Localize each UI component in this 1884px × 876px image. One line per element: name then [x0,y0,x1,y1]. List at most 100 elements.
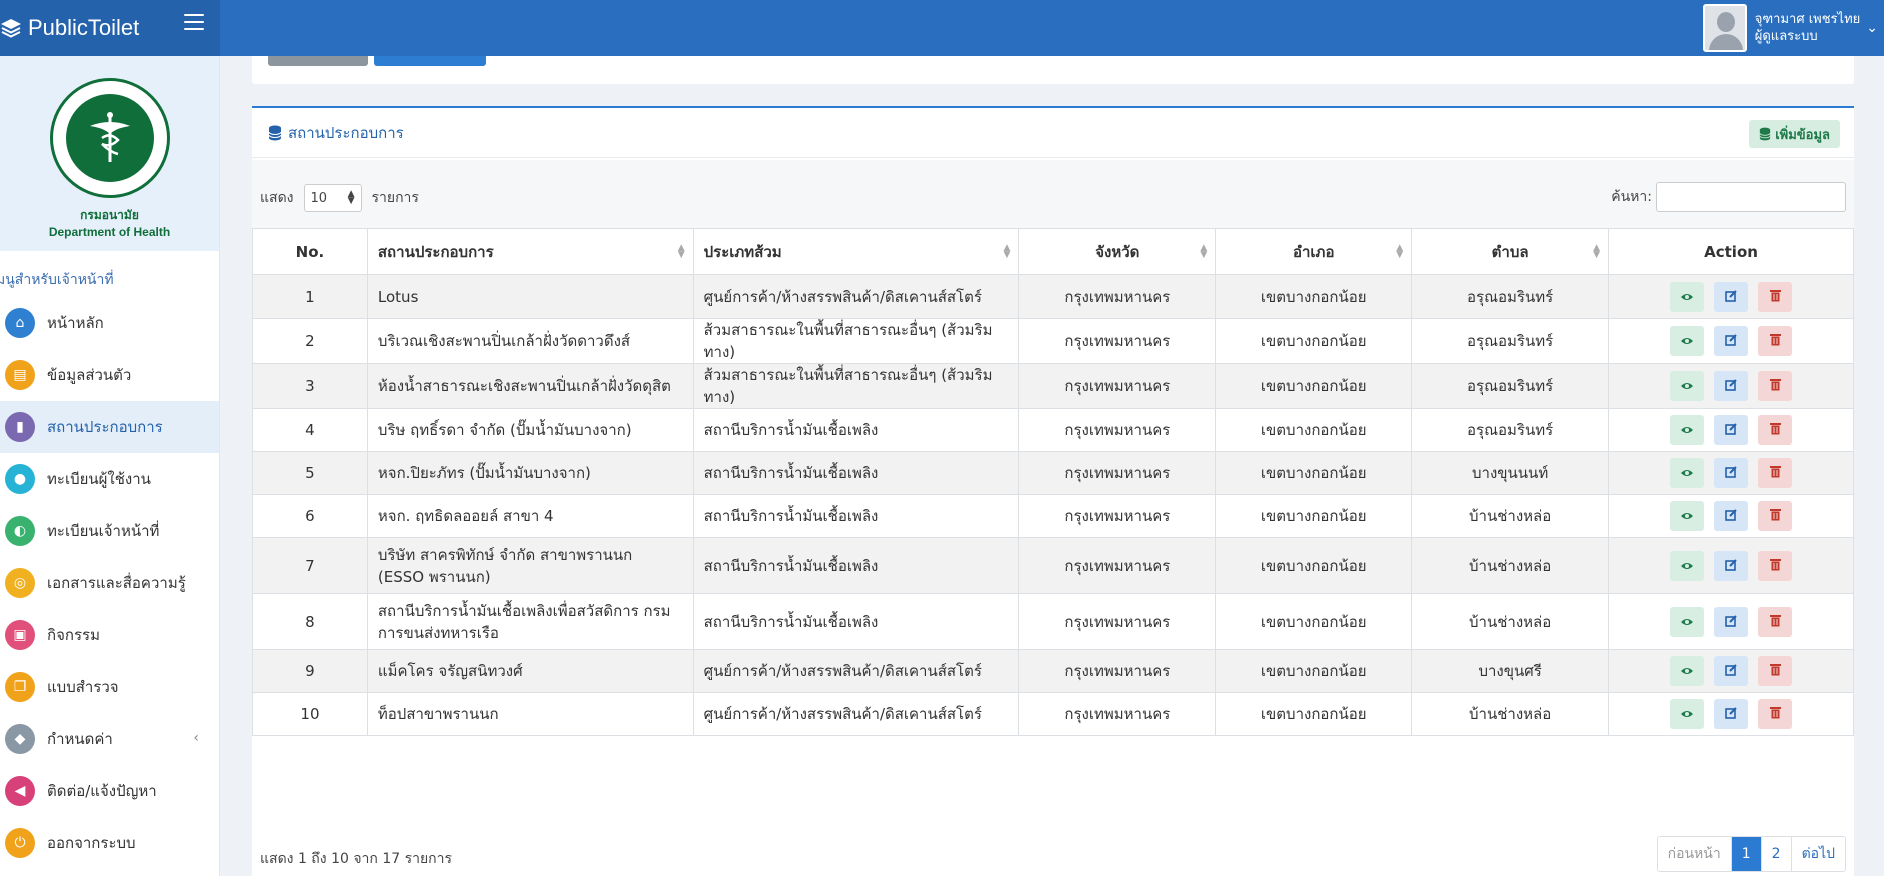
view-button[interactable] [1670,550,1705,581]
edit-button[interactable] [1714,550,1749,581]
sidebar-item-6[interactable]: ▣ กิจกรรม [0,609,219,661]
edit-button[interactable] [1714,415,1749,445]
col-header-subdistrict[interactable]: ตำบล ▲ ▼ [1411,228,1610,275]
search-input[interactable] [1656,182,1846,212]
cell-name: Lotus [366,274,694,319]
chevron-down-icon: ⌄ [1866,20,1878,36]
delete-button[interactable] [1758,699,1793,729]
sidebar-item-0[interactable]: ⌂ หน้าหลัก [0,297,219,349]
add-data-label: เพิ่มข้อมูล [1775,127,1830,143]
database-icon [268,125,282,140]
sidebar-item-7[interactable]: ❐ แบบสำรวจ [0,661,219,713]
cell-province: กรุงเทพมหานคร [1018,318,1217,364]
sidebar-item-1[interactable]: ▤ ข้อมูลส่วนตัว [0,349,219,401]
col-header-name[interactable]: สถานประกอบการ ▲ ▼ [366,228,694,275]
sidebar-item-2[interactable]: ▮ สถานประกอบการ [0,401,219,453]
cell-no: 10 [252,692,368,736]
add-data-button[interactable]: เพิ่มข้อมูล [1749,120,1840,148]
cell-type: สถานีบริการน้ำมันเชื้อเพลิง [692,593,1020,650]
view-button[interactable] [1670,281,1705,312]
edit-icon [1724,286,1738,308]
delete-button[interactable] [1758,501,1793,531]
delete-button[interactable] [1758,281,1793,312]
delete-button[interactable] [1758,550,1793,581]
dept-name-english: Department of Health [48,225,171,239]
edit-button[interactable] [1714,458,1749,488]
database-icon [1759,127,1771,141]
col-header-province[interactable]: จังหวัด ▲ ▼ [1018,228,1217,275]
trash-icon [1769,703,1781,725]
delete-button[interactable] [1758,656,1793,686]
sidebar-item-label: กำหนดค่า [47,730,113,748]
cell-action [1608,692,1854,736]
view-button[interactable] [1670,606,1705,637]
trash-icon [1769,462,1781,484]
sort-icon: ▲ ▼ [1593,243,1601,260]
sidebar-item-5[interactable]: ◎ เอกสารและสื่อความรู้ [0,557,219,609]
col-header-type[interactable]: ประเภทส้วม ▲ ▼ [692,228,1020,275]
cell-name: บริเวณเชิงสะพานปิ่นเกล้าฝั่งวัดดาวดึงส์ [366,318,694,364]
cell-action [1608,363,1854,409]
cell-subdistrict: บ้านช่างหล่อ [1411,494,1610,538]
view-button[interactable] [1670,458,1705,488]
top-navbar: PublicToilet จุฑามาศ เพชรไทย ผู้ดูแลระบบ… [0,0,1884,56]
col-header-action: Action [1608,228,1854,275]
col-header-no[interactable]: No. [252,228,368,275]
power-icon: ⏻ [5,828,35,858]
page-length-value: 10 [310,190,328,206]
edit-button[interactable] [1714,501,1749,531]
sidebar-item-label: ติดต่อ/แจ้งปัญหา [47,782,157,800]
cell-district: เขตบางกอกน้อย [1215,363,1413,409]
sidebar-item-3[interactable]: ● ทะเบียนผู้ใช้งาน [0,453,219,505]
cell-district: เขตบางกอกน้อย [1215,274,1413,319]
view-button[interactable] [1670,326,1705,356]
eye-icon [1680,611,1694,633]
view-button[interactable] [1670,371,1705,401]
prev-page-button[interactable]: ก่อนหน้า [1657,837,1732,871]
edit-button[interactable] [1714,326,1749,356]
cell-no: 7 [252,537,368,594]
cell-action [1608,494,1854,538]
cell-no: 6 [252,494,368,538]
hamburger-menu-icon[interactable] [184,14,204,32]
delete-button[interactable] [1758,458,1793,488]
select-arrows-icon: ▲ ▼ [347,189,355,206]
avatar [1702,4,1747,52]
cell-province: กรุงเทพมหานคร [1018,649,1217,693]
page-button-1[interactable]: 1 [1731,837,1762,871]
dept-name-thai: กรมอนามัย [80,208,139,222]
reset-button[interactable] [268,56,368,66]
page-button-2[interactable]: 2 [1761,837,1792,871]
edit-button[interactable] [1714,606,1749,637]
sidebar-item-10[interactable]: ⏻ ออกจากระบบ [0,817,219,869]
page-length-select[interactable]: 10 ▲ ▼ [303,184,362,212]
edit-button[interactable] [1714,371,1749,401]
next-page-button[interactable]: ต่อไป [1791,837,1845,871]
sidebar-item-label: ทะเบียนเจ้าหน้าที่ [47,522,160,540]
caduceus-icon [89,112,130,162]
delete-button[interactable] [1758,326,1793,356]
view-button[interactable] [1670,501,1705,531]
sidebar-item-label: หน้าหลัก [47,314,104,332]
sidebar-item-8[interactable]: ◆ กำหนดค่า ‹ [0,713,219,765]
col-header-district[interactable]: อำเภอ ▲ ▼ [1215,228,1413,275]
chevron-left-icon: ‹ [193,730,199,746]
search-button[interactable] [374,56,486,66]
edit-button[interactable] [1714,699,1749,729]
user-menu[interactable]: จุฑามาศ เพชรไทย ผู้ดูแลระบบ ⌄ [1702,0,1884,56]
cell-type: ศูนย์การค้า/ห้างสรรพสินค้า/ดิสเคานส์สโตร… [692,692,1020,736]
edit-button[interactable] [1714,656,1749,686]
megaphone-icon: ◀ [5,776,35,806]
delete-button[interactable] [1758,415,1793,445]
sidebar-item-9[interactable]: ◀ ติดต่อ/แจ้งปัญหา [0,765,219,817]
sidebar-item-4[interactable]: ◐ ทะเบียนเจ้าหน้าที่ [0,505,219,557]
delete-button[interactable] [1758,371,1793,401]
view-button[interactable] [1670,415,1705,445]
view-button[interactable] [1670,699,1705,729]
view-button[interactable] [1670,656,1705,686]
cell-district: เขตบางกอกน้อย [1215,649,1413,693]
delete-button[interactable] [1758,606,1793,637]
trash-icon [1769,611,1781,633]
cell-no: 3 [252,363,368,409]
edit-button[interactable] [1714,281,1749,312]
